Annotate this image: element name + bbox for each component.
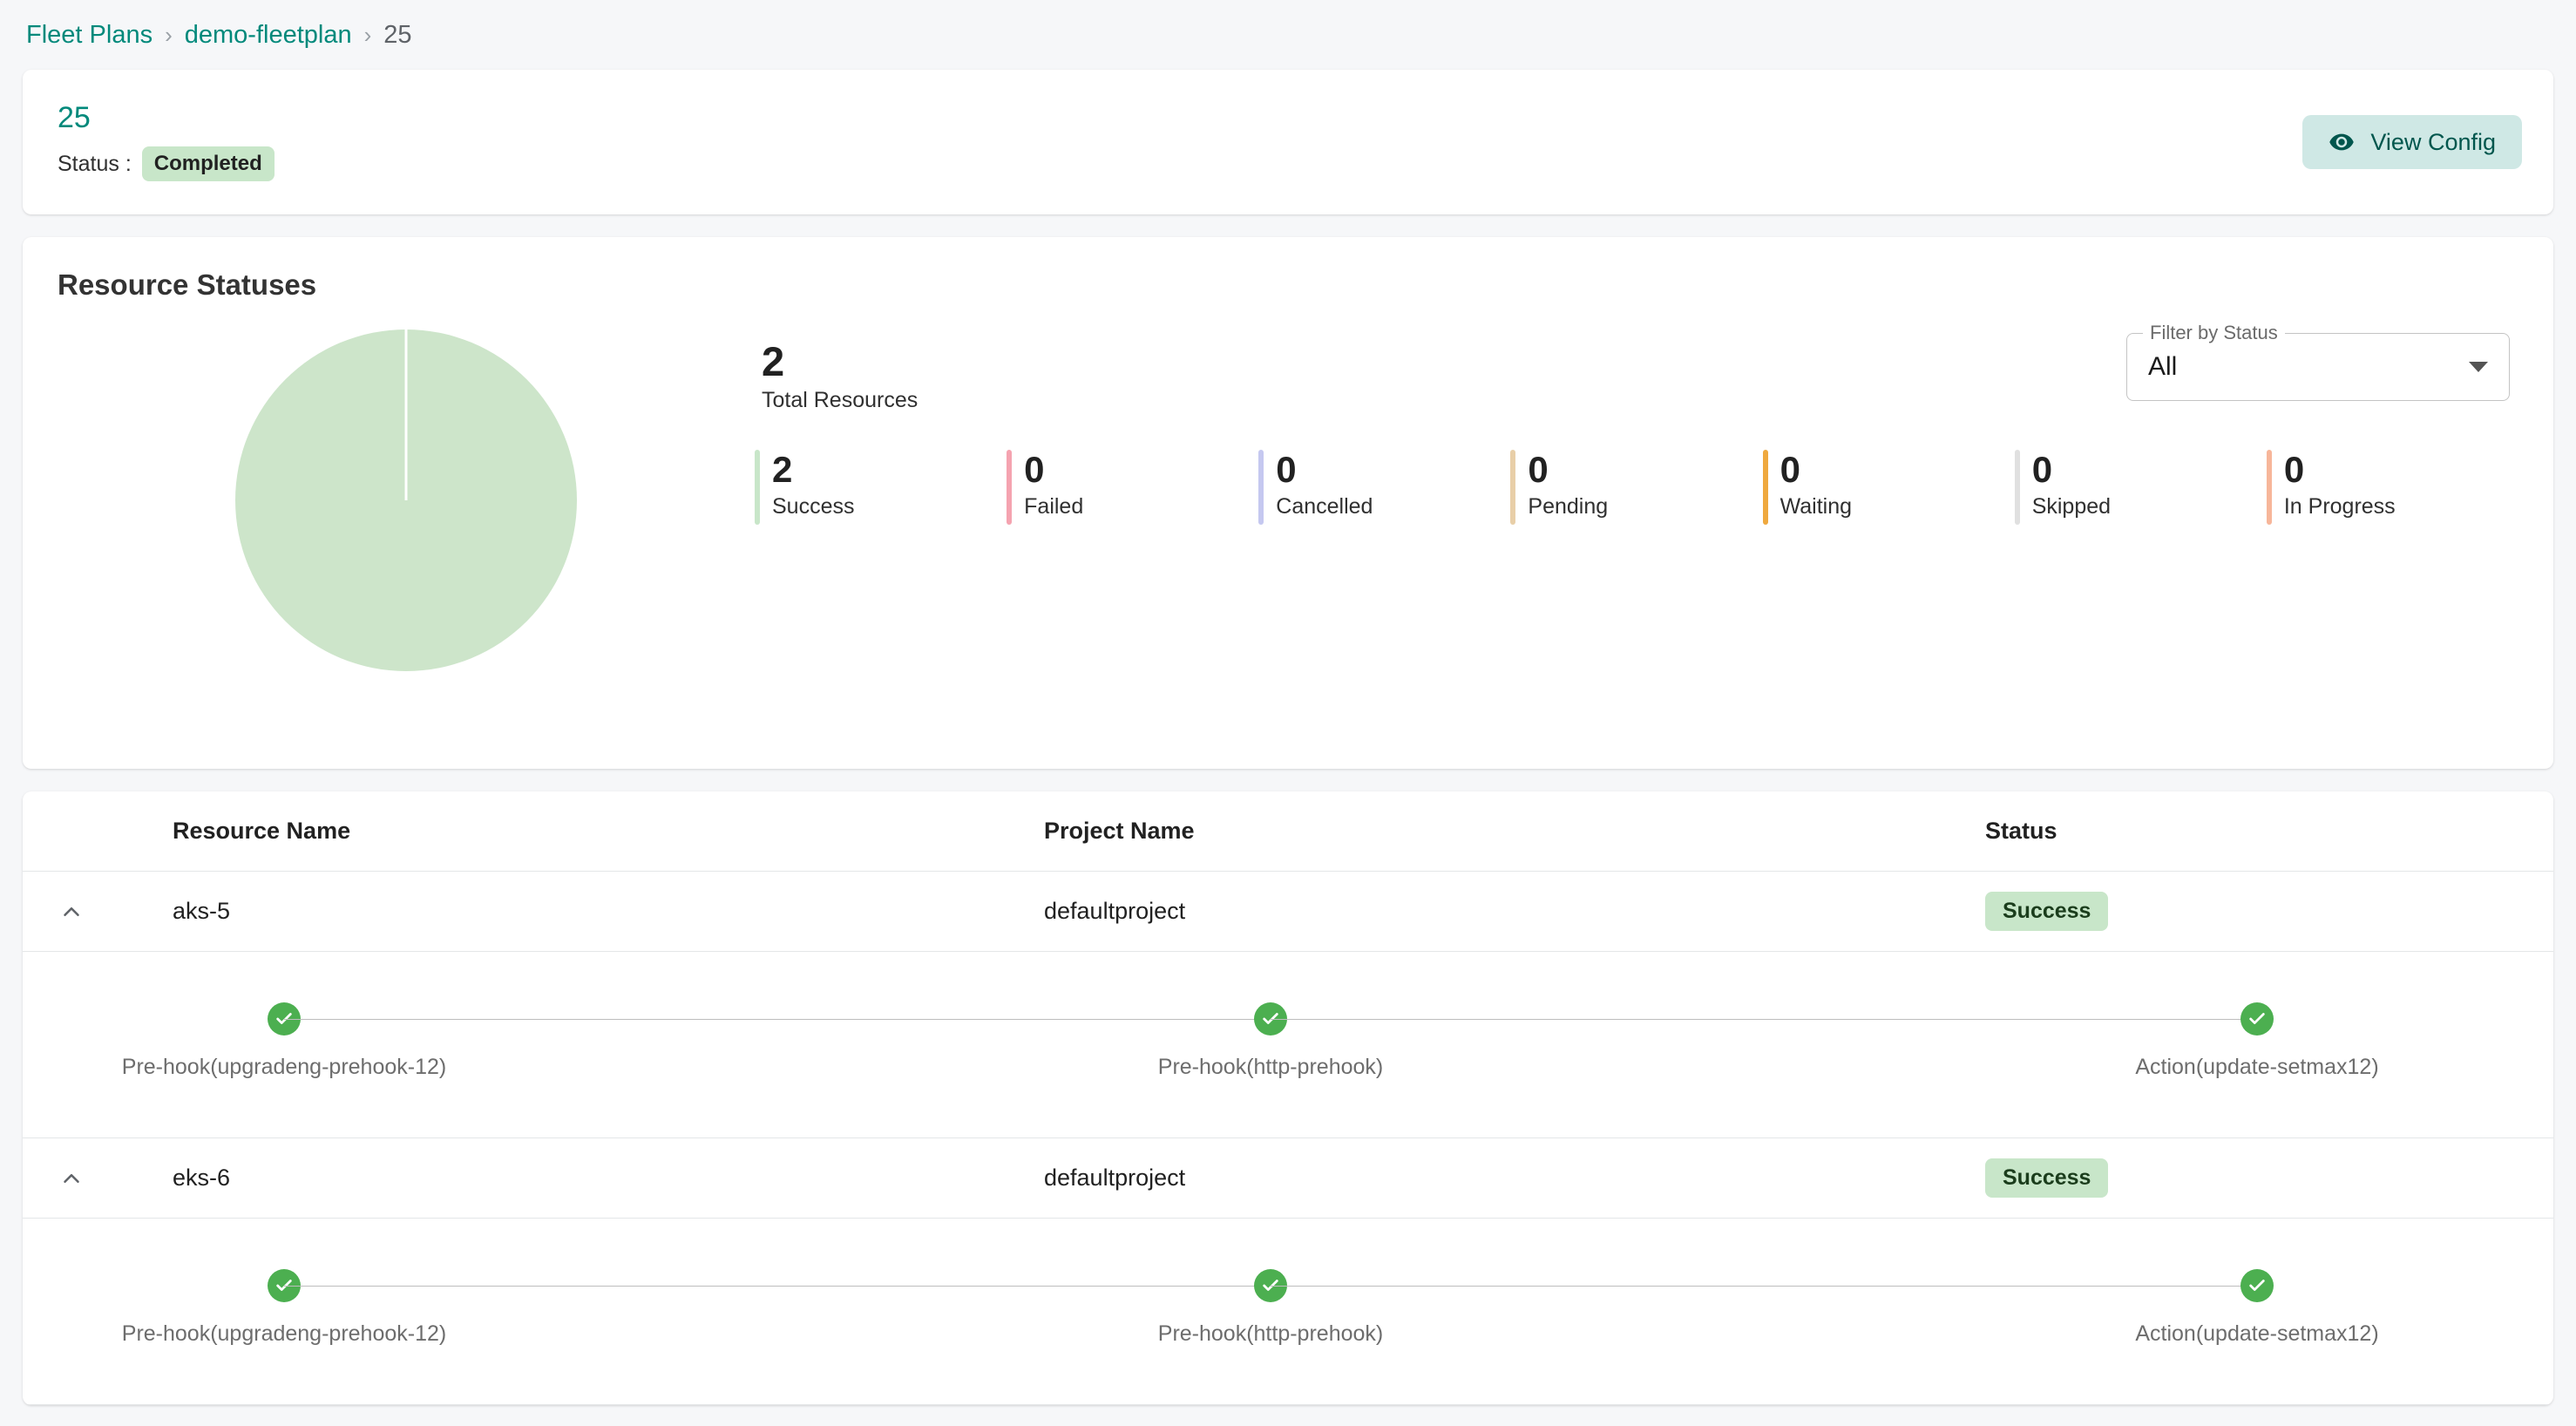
cell-status: Success — [1933, 892, 2553, 931]
page-root: Fleet Plans › demo-fleetplan › 25 25 Sta… — [0, 0, 2576, 1426]
status-counter-failed: 0 Failed — [1007, 449, 1258, 526]
check-circle-icon — [2240, 1002, 2274, 1036]
resource-statuses-body: 2 Total Resources 2 Success 0 Failed 0 C… — [58, 321, 2518, 730]
cell-status: Success — [1933, 1158, 2553, 1198]
status-color-bar — [755, 450, 760, 526]
view-config-label: View Config — [2370, 128, 2496, 155]
breadcrumb: Fleet Plans › demo-fleetplan › 25 — [23, 0, 2553, 70]
stepper-step-label: Pre-hook(upgradeng-prehook-12) — [121, 1321, 447, 1346]
status-color-bar — [2266, 450, 2272, 526]
filter-by-status-value: All — [2148, 352, 2178, 381]
counter-label: In Progress — [2283, 493, 2396, 519]
counter-value: 2 — [772, 449, 793, 491]
cell-resource-name: aks-5 — [173, 898, 231, 924]
counter-label: Skipped — [2031, 493, 2112, 519]
counter-label: Cancelled — [1276, 493, 1373, 519]
counter-value: 0 — [1528, 449, 1549, 491]
status-counter-skipped: 0 Skipped — [2014, 449, 2267, 526]
cell-resource-name: eks-6 — [173, 1165, 231, 1191]
counter-value: 0 — [2031, 449, 2053, 491]
resources-table: Resource Name Project Name Status aks-5 … — [23, 791, 2553, 1405]
status-badge: Completed — [141, 146, 275, 181]
status-counter-in-progress: 0 In Progress — [2266, 449, 2518, 526]
status-counter-list: 2 Success 0 Failed 0 Cancelled 0 Pending… — [755, 449, 2518, 526]
status-label: Status : — [58, 151, 132, 176]
counter-label: Failed — [1024, 493, 1084, 519]
cell-project-name: defaultproject — [1044, 898, 1186, 924]
column-header-resource-name: Resource Name — [173, 818, 351, 844]
plan-header-card: 25 Status : Completed View Config — [23, 70, 2553, 214]
cell-project-name: defaultproject — [1044, 1165, 1186, 1191]
filter-by-status-select[interactable]: Filter by Status All — [2126, 322, 2510, 401]
resource-stepper: Pre-hook(upgradeng-prehook-12) Pre-hook(… — [23, 1002, 2553, 1080]
resource-statuses-title: Resource Statuses — [58, 268, 317, 301]
pie-slice-success — [235, 329, 577, 671]
status-pie-chart — [58, 321, 755, 671]
breadcrumb-item-current: 25 — [383, 20, 412, 49]
stepper-step-label: Action(update-setmax12) — [2135, 1321, 2379, 1346]
counter-value: 0 — [1024, 449, 1045, 491]
page-title: 25 — [58, 101, 91, 134]
counter-label: Pending — [1528, 493, 1609, 519]
status-color-bar — [1007, 450, 1013, 526]
plan-status-line: Status : Completed — [58, 146, 275, 181]
status-counter-pending: 0 Pending — [1510, 449, 1762, 526]
status-color-bar — [1762, 450, 1768, 526]
chevron-up-icon[interactable] — [57, 897, 86, 927]
check-circle-icon — [2240, 1269, 2274, 1302]
status-color-bar — [1258, 450, 1264, 526]
row-collapse-toggle[interactable] — [23, 1164, 120, 1193]
eye-icon — [2329, 129, 2355, 155]
filter-by-status-field: Filter by Status All — [2126, 322, 2510, 401]
plan-header-info: 25 Status : Completed — [58, 103, 275, 181]
breadcrumb-item-demo-fleetplan[interactable]: demo-fleetplan — [185, 21, 352, 50]
counter-label: Waiting — [1779, 493, 1852, 519]
stepper-step-label: Pre-hook(http-prehook) — [1157, 1055, 1384, 1079]
table-row[interactable]: aks-5 defaultproject Success — [23, 872, 2553, 952]
status-counter-success: 2 Success — [755, 449, 1007, 526]
counter-label: Success — [772, 493, 855, 519]
counter-value: 0 — [2283, 449, 2305, 491]
filter-by-status-label: Filter by Status — [2143, 322, 2285, 344]
breadcrumb-separator-icon: › — [165, 21, 173, 48]
view-config-button[interactable]: View Config — [2302, 115, 2522, 169]
table-row[interactable]: eks-6 defaultproject Success — [23, 1138, 2553, 1219]
status-badge: Success — [1985, 892, 2109, 931]
counter-value: 0 — [1276, 449, 1297, 491]
table-header-row: Resource Name Project Name Status — [23, 791, 2553, 872]
stepper-step-label: Pre-hook(upgradeng-prehook-12) — [121, 1055, 447, 1079]
pie-seam-line — [404, 329, 408, 500]
resource-stepper: Pre-hook(upgradeng-prehook-12) Pre-hook(… — [23, 1269, 2553, 1347]
column-header-project-name: Project Name — [1044, 818, 1195, 844]
column-header-status: Status — [1985, 818, 2057, 844]
status-color-bar — [2014, 450, 2020, 526]
counter-value: 0 — [1779, 449, 1800, 491]
resource-statuses-card: Resource Statuses 2 Total Resources 2 Su… — [23, 237, 2553, 769]
row-stepper-panel: Pre-hook(upgradeng-prehook-12) Pre-hook(… — [23, 952, 2553, 1138]
row-stepper-panel: Pre-hook(upgradeng-prehook-12) Pre-hook(… — [23, 1219, 2553, 1405]
status-counter-waiting: 0 Waiting — [1762, 449, 2015, 526]
breadcrumb-item-fleet-plans[interactable]: Fleet Plans — [26, 21, 153, 50]
row-collapse-toggle[interactable] — [23, 897, 120, 927]
status-color-bar — [1510, 450, 1516, 526]
status-badge: Success — [1985, 1158, 2109, 1198]
chevron-down-icon[interactable] — [2469, 362, 2488, 372]
breadcrumb-separator-icon: › — [363, 21, 372, 48]
stepper-step-label: Action(update-setmax12) — [2135, 1055, 2379, 1079]
chevron-up-icon[interactable] — [57, 1164, 86, 1193]
status-counter-cancelled: 0 Cancelled — [1258, 449, 1510, 526]
stepper-step-label: Pre-hook(http-prehook) — [1157, 1321, 1384, 1346]
